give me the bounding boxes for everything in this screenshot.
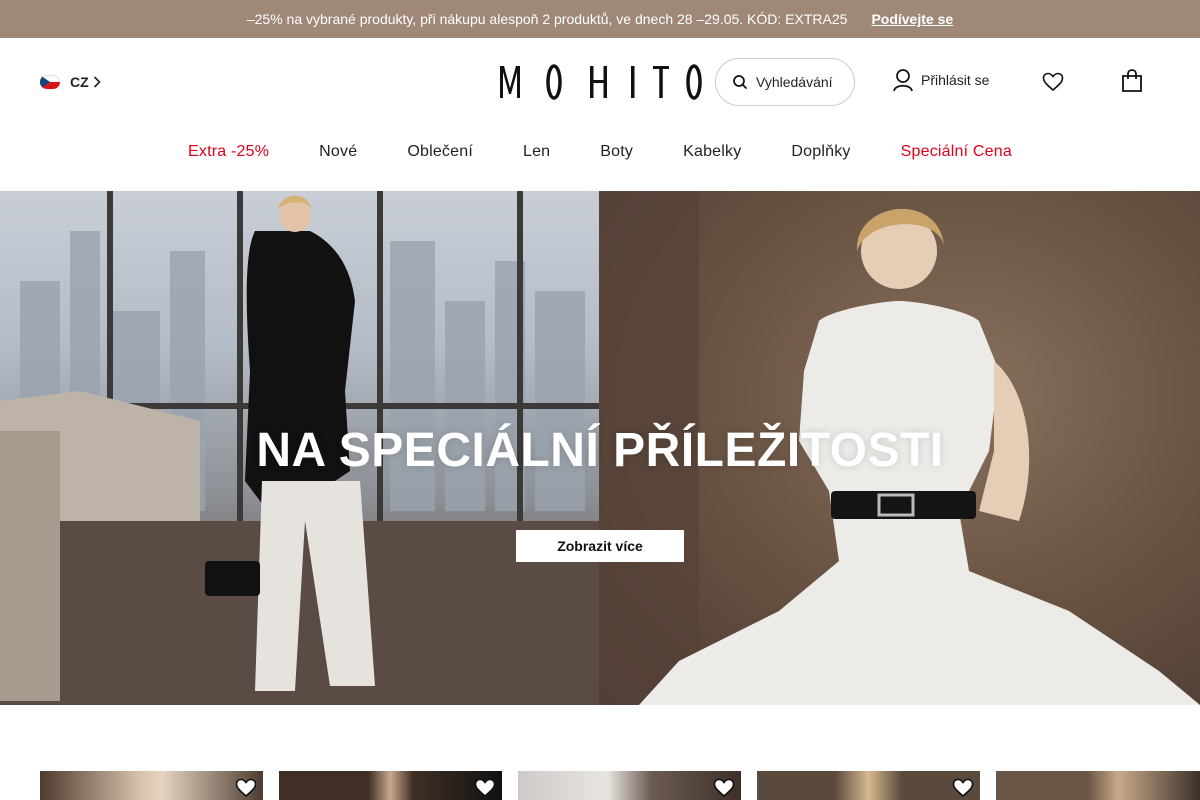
- nav-item-specialni-cena[interactable]: Speciální Cena: [901, 143, 1012, 161]
- nav-item-kabelky[interactable]: Kabelky: [683, 143, 741, 161]
- promo-bar: –25% na vybrané produkty, při nákupu ale…: [0, 0, 1200, 38]
- product-card[interactable]: [757, 771, 980, 800]
- product-card[interactable]: [996, 771, 1200, 800]
- nav-item-len[interactable]: Len: [523, 143, 550, 161]
- country-selector[interactable]: CZ: [40, 74, 101, 90]
- nav-item-boty[interactable]: Boty: [600, 143, 633, 161]
- nav-item-extra[interactable]: Extra -25%: [188, 143, 269, 161]
- search-input[interactable]: Vyhledávání: [715, 58, 855, 106]
- product-card[interactable]: [279, 771, 502, 800]
- heart-icon[interactable]: [952, 778, 974, 798]
- login-button[interactable]: Přihlásit se: [893, 68, 989, 92]
- search-placeholder: Vyhledávání: [756, 74, 833, 90]
- header: CZ Vyhledávání Přihlásit se: [0, 38, 1200, 126]
- logo[interactable]: [498, 64, 702, 100]
- user-icon: [893, 69, 913, 92]
- promo-text: –25% na vybrané produkty, při nákupu ale…: [246, 11, 848, 27]
- nav-item-nove[interactable]: Nové: [319, 143, 357, 161]
- search-icon: [733, 75, 748, 90]
- nav-item-obleceni[interactable]: Oblečení: [407, 143, 473, 161]
- heart-icon[interactable]: [235, 778, 257, 798]
- product-card[interactable]: [40, 771, 263, 800]
- czech-flag-icon: [40, 75, 60, 89]
- product-carousel: [40, 771, 1200, 800]
- hero-title: NA SPECIÁLNÍ PŘÍLEŽITOSTI: [256, 424, 944, 477]
- heart-icon[interactable]: [713, 778, 735, 798]
- product-card[interactable]: [518, 771, 741, 800]
- hero-show-more-button[interactable]: Zobrazit více: [516, 530, 684, 562]
- hero-banner[interactable]: NA SPECIÁLNÍ PŘÍLEŽITOSTI Zobrazit více: [0, 191, 1200, 705]
- heart-icon[interactable]: [474, 778, 496, 798]
- heart-icon[interactable]: [1042, 72, 1064, 92]
- nav-item-doplnky[interactable]: Doplňky: [791, 143, 850, 161]
- chevron-right-icon: [93, 76, 101, 88]
- promo-link[interactable]: Podívejte se: [871, 11, 953, 27]
- country-code: CZ: [70, 74, 89, 90]
- shopping-bag-icon[interactable]: [1121, 69, 1143, 93]
- main-nav: Extra -25% Nové Oblečení Len Boty Kabelk…: [0, 126, 1200, 178]
- login-label: Přihlásit se: [921, 72, 990, 88]
